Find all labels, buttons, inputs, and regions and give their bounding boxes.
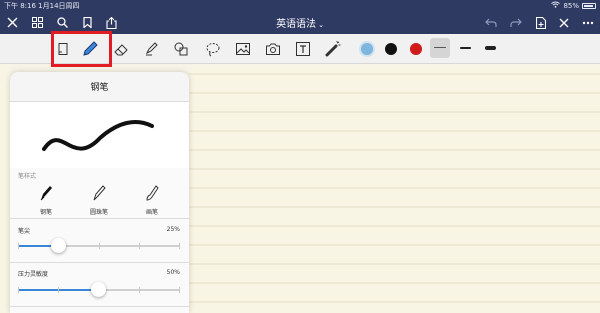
brush-pen-icon	[146, 185, 159, 201]
slider-tick	[179, 287, 180, 293]
chevron-down-icon: ⌄	[318, 21, 324, 29]
ruled-lines	[189, 73, 600, 303]
stroke-preview	[10, 102, 189, 168]
text-box-icon[interactable]	[293, 39, 313, 59]
redo-icon[interactable]	[508, 15, 523, 30]
image-icon[interactable]	[233, 39, 253, 59]
slider-tick	[18, 287, 19, 293]
thickness-selected-bg	[430, 38, 450, 58]
battery-icon	[582, 2, 596, 9]
search-icon[interactable]	[55, 15, 70, 30]
battery-percent: 85%	[563, 1, 579, 10]
color-swatch-black[interactable]	[385, 43, 397, 55]
status-indicators: 85%	[551, 1, 596, 10]
pen-style-ballpoint[interactable]: 圆珠笔	[79, 184, 119, 216]
slider-tick	[139, 287, 140, 293]
slider-tick	[179, 243, 180, 249]
tip-size-label: 笔尖	[18, 228, 31, 235]
slider-tick	[99, 243, 100, 249]
divider	[10, 306, 189, 307]
bookmark-icon[interactable]	[80, 15, 95, 30]
status-time: 下午 8:16 1月14日周四	[4, 2, 80, 10]
eraser-icon[interactable]	[111, 39, 131, 59]
pen-style-fountain[interactable]: 钢笔	[26, 184, 66, 216]
divider	[10, 262, 189, 263]
exit-edit-icon[interactable]	[556, 15, 571, 30]
highlighter-icon[interactable]	[141, 39, 161, 59]
add-page-icon[interactable]	[533, 15, 548, 30]
divider	[10, 218, 189, 219]
grid-icon[interactable]	[30, 15, 45, 30]
fountain-pen-icon	[40, 186, 52, 201]
pen-style-label: 圆珠笔	[89, 209, 108, 216]
pen-style-brush[interactable]: 画笔	[132, 184, 172, 216]
thickness-thick[interactable]	[485, 46, 496, 50]
pen-settings-panel: 钢笔 笔样式 钢笔 圆珠笔 画笔 笔尖 25% 压力灵敏度 50%	[10, 72, 189, 313]
camera-icon[interactable]	[263, 39, 283, 59]
pen-style-label: 钢笔	[39, 209, 52, 216]
pressure-knob[interactable]	[91, 282, 106, 297]
pen-style-label: 画笔	[145, 209, 158, 216]
wifi-icon	[551, 1, 561, 10]
panel-title: 钢笔	[90, 83, 109, 93]
pressure-label: 压力灵敏度	[18, 271, 49, 278]
slider-tick	[18, 243, 19, 249]
color-swatch-blue[interactable]	[361, 43, 373, 55]
undo-icon[interactable]	[483, 15, 498, 30]
pressure-slider[interactable]	[18, 282, 180, 297]
close-icon[interactable]	[5, 15, 20, 30]
lasso-icon[interactable]	[203, 39, 223, 59]
slider-tick	[58, 287, 59, 293]
tip-size-slider[interactable]	[18, 238, 180, 253]
pen-tool-highlight	[51, 31, 112, 67]
pen-style-section-label: 笔样式	[18, 173, 37, 180]
ballpoint-pen-icon	[93, 185, 106, 201]
shapes-icon[interactable]	[171, 39, 191, 59]
pressure-value: 50%	[166, 269, 180, 276]
tip-size-knob[interactable]	[51, 238, 66, 253]
color-swatch-red[interactable]	[410, 43, 422, 55]
share-icon[interactable]	[104, 15, 119, 30]
document-title-text: 英语语法	[276, 19, 317, 30]
laser-pointer-icon[interactable]	[323, 39, 343, 59]
stroke-sample	[42, 120, 154, 151]
slider-tick	[139, 243, 140, 249]
status-bar: 下午 8:16 1月14日周四 85%	[0, 0, 600, 11]
notebook-page[interactable]	[189, 65, 600, 313]
more-icon[interactable]	[580, 15, 595, 30]
thickness-thin[interactable]	[434, 47, 446, 48]
thickness-medium[interactable]	[460, 47, 471, 49]
document-title[interactable]: 英语语法 ⌄	[250, 15, 350, 30]
page-left-edge	[0, 65, 10, 313]
tip-size-value: 25%	[166, 226, 180, 233]
